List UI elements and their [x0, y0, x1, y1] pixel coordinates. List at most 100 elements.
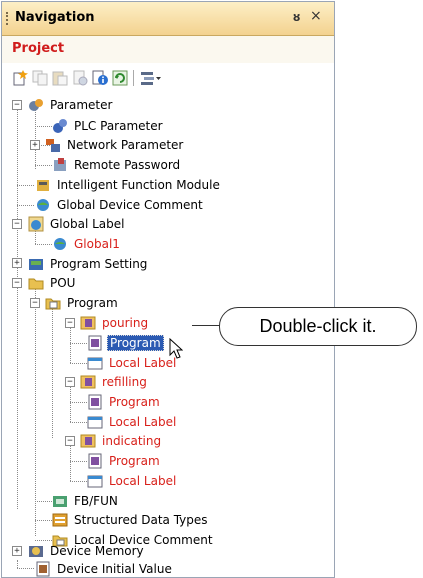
tree-connector: [70, 461, 87, 462]
tree-node-label: Device Initial Value: [57, 562, 172, 576]
panel-title: Navigation: [15, 10, 95, 25]
tree-node-structured-data-types[interactable]: Structured Data Types: [52, 510, 210, 530]
tree-node-plc-parameter[interactable]: PLC Parameter: [52, 116, 165, 136]
tree-node-label: Global Device Comment: [57, 198, 203, 212]
tree-node-label: Program: [109, 395, 160, 409]
tree-node-refilling[interactable]: refilling: [80, 372, 149, 392]
tree-node-program-folder[interactable]: Program: [45, 293, 120, 313]
tree-node-label: Global1: [74, 237, 120, 251]
pin-icon[interactable]: ȣ: [293, 11, 300, 24]
close-icon[interactable]: ×: [310, 8, 322, 24]
tree-connector: [70, 327, 71, 363]
device-memory-icon: [29, 546, 43, 557]
collapse-toggle-pouring[interactable]: −: [65, 318, 75, 328]
info-icon[interactable]: [92, 70, 108, 86]
tree-node-refilling-program[interactable]: Program: [87, 392, 162, 412]
tree-node-global-device-comment[interactable]: Global Device Comment: [35, 195, 205, 215]
navigation-toolbar: [2, 64, 334, 92]
tree-connector: [52, 307, 53, 438]
tree-node-label: POU: [50, 276, 76, 290]
tree-node-program-setting[interactable]: Program Setting: [28, 254, 149, 274]
callout-pointer-line: [192, 325, 220, 326]
expand-toggle-device-memory[interactable]: +: [12, 546, 22, 556]
column-settings-icon[interactable]: [140, 70, 162, 86]
tree-connector: [70, 422, 87, 423]
tree-connector: [17, 568, 34, 569]
tree-node-label: Program: [109, 454, 160, 468]
global-label-icon: [28, 216, 44, 232]
intelligent-function-module-icon: [37, 180, 49, 191]
tree-connector: [17, 109, 18, 509]
refresh-icon[interactable]: [112, 70, 128, 86]
toolbar-separator: [133, 70, 134, 86]
fb-fun-icon: [53, 496, 67, 507]
tree-connector: [17, 560, 18, 568]
tree-node-label-selected: Program: [107, 335, 164, 351]
pou-program-icon: [80, 375, 96, 389]
tree-connector: [35, 109, 36, 169]
tree-connector: [70, 363, 87, 364]
tree-node-remote-password[interactable]: Remote Password: [52, 155, 182, 175]
tree-node-global-label[interactable]: Global Label: [28, 214, 126, 234]
tree-node-label: Network Parameter: [67, 138, 184, 152]
tree-node-label: Structured Data Types: [74, 513, 208, 527]
tree-node-pouring[interactable]: pouring: [80, 313, 150, 333]
copy-icon[interactable]: [32, 70, 48, 86]
local-label-icon: [87, 357, 103, 370]
tree-node-label: Program: [67, 296, 118, 310]
tree-node-network-parameter[interactable]: Network Parameter: [45, 135, 185, 155]
new-item-icon[interactable]: [12, 70, 28, 86]
tree-node-intelligent-function-module[interactable]: Intelligent Function Module: [35, 175, 222, 195]
tree-node-refilling-local-label[interactable]: Local Label: [87, 412, 178, 432]
properties-icon[interactable]: [72, 70, 88, 86]
tree-connector: [70, 402, 87, 403]
tree-node-label: refilling: [102, 375, 147, 389]
tree-node-label: Intelligent Function Module: [57, 178, 220, 192]
collapse-toggle-refilling[interactable]: −: [65, 377, 75, 387]
local-label-icon: [87, 475, 103, 488]
tree-node-parameter[interactable]: Parameter: [28, 95, 114, 115]
tree-connector: [35, 520, 52, 521]
collapse-toggle-program[interactable]: −: [30, 298, 40, 308]
tree-node-device-memory[interactable]: Device Memory: [28, 541, 146, 561]
tree-node-pou[interactable]: POU: [28, 273, 77, 293]
pou-folder-icon: [28, 278, 44, 290]
tree-node-pouring-local-label[interactable]: Local Label: [87, 353, 178, 373]
paste-icon[interactable]: [52, 70, 68, 86]
tree-node-label: FB/FUN: [74, 494, 118, 508]
navigation-panel: Navigation ȣ × Project − + − + − − − − −…: [1, 1, 335, 578]
tree-node-fb-fun[interactable]: FB/FUN: [52, 491, 120, 511]
tree-node-indicating[interactable]: indicating: [80, 431, 163, 451]
project-label: Project: [12, 41, 65, 56]
tree-connector: [35, 165, 52, 166]
tree-node-label: Local Label: [109, 356, 177, 370]
drag-grip-icon[interactable]: [6, 12, 10, 25]
tree-connector: [70, 343, 87, 344]
tree-connector: [70, 481, 87, 482]
tree-node-label: Remote Password: [74, 158, 181, 172]
collapse-toggle-global-label[interactable]: −: [12, 219, 22, 229]
tree-node-global1[interactable]: Global1: [52, 234, 122, 254]
tree-connector: [17, 185, 34, 186]
collapse-toggle-indicating[interactable]: −: [65, 436, 75, 446]
tree-node-label: PLC Parameter: [74, 119, 163, 133]
global-device-comment-icon: [37, 199, 49, 211]
tree-node-indicating-program[interactable]: Program: [87, 451, 162, 471]
panel-title-bar[interactable]: Navigation ȣ ×: [2, 2, 334, 36]
tree-node-pouring-program[interactable]: Program: [87, 333, 164, 353]
network-parameter-icon: [46, 139, 60, 152]
expand-toggle-network-parameter[interactable]: +: [30, 140, 40, 150]
tree-node-indicating-local-label[interactable]: Local Label: [87, 471, 178, 491]
double-click-callout: Double-click it.: [219, 307, 417, 346]
collapse-toggle-pou[interactable]: −: [12, 278, 22, 288]
expand-toggle-program-setting[interactable]: +: [12, 258, 22, 268]
tree-node-device-initial-value[interactable]: Device Initial Value: [35, 559, 174, 577]
tree-node-label: indicating: [102, 434, 162, 448]
project-header: Project: [2, 36, 334, 63]
program-body-icon: [88, 394, 102, 410]
collapse-toggle-parameter[interactable]: −: [12, 100, 22, 110]
tree-connector: [17, 205, 34, 206]
tree-node-label: Local Label: [109, 415, 177, 429]
tree-connector: [35, 287, 36, 536]
program-body-icon: [88, 335, 102, 351]
